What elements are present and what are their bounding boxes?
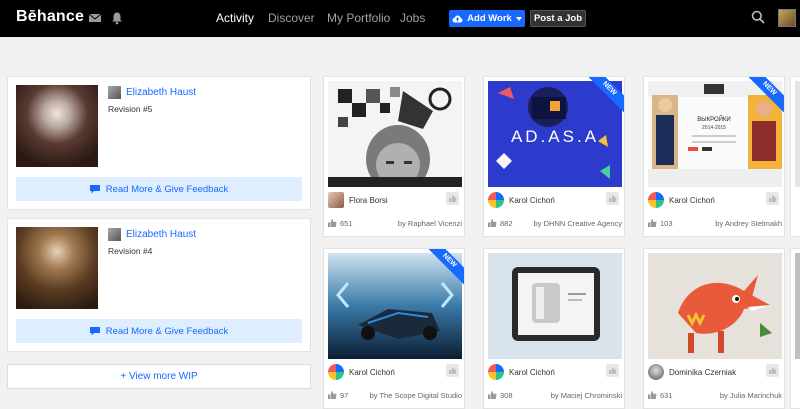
project-owner[interactable]: Karol Cichoń [648, 189, 782, 211]
brand-wordmark-text: AD.AS.A [511, 127, 599, 146]
post-a-job-button[interactable]: Post a Job [530, 10, 586, 27]
appreciate-icon[interactable] [766, 192, 779, 205]
project-author[interactable]: by Andrey Stelmakh [715, 219, 782, 228]
project-stats: 308 by Maciej Chrominski [488, 389, 622, 403]
project-stats: 103 by Andrey Stelmakh [648, 217, 782, 231]
owner-avatar [488, 192, 504, 208]
thumbs-up-icon [648, 391, 657, 399]
wip-author-link[interactable]: Elizabeth Haust [126, 229, 196, 240]
bell-icon[interactable] [110, 11, 124, 25]
mail-icon[interactable] [88, 11, 102, 25]
project-cover[interactable] [795, 81, 800, 187]
like-count: 631 [660, 391, 673, 400]
wip-revision-label: Revision #5 [108, 104, 153, 114]
wip-author-link[interactable]: Elizabeth Haust [126, 87, 196, 98]
give-feedback-button[interactable]: Read More & Give Feedback [16, 177, 302, 201]
store-subheading-text: 2014-2015 [702, 125, 726, 131]
owner-name[interactable]: Karol Cichoń [669, 196, 715, 205]
project-stats: 97 by The Scope Digital Studio [328, 389, 462, 403]
owner-name[interactable]: Flora Borsi [349, 196, 388, 205]
thumbs-up-icon [328, 219, 337, 227]
project-tile[interactable]: Karol Cichoń 308 by Maciej Chrominski [483, 248, 625, 409]
owner-avatar [328, 364, 344, 380]
nav-activity[interactable]: Activity [216, 11, 254, 25]
owner-name[interactable]: Karol Cichoń [349, 368, 395, 377]
give-feedback-button[interactable]: Read More & Give Feedback [16, 319, 302, 343]
comment-icon [89, 326, 100, 335]
feedback-label: Read More & Give Feedback [105, 183, 229, 195]
comment-icon [89, 184, 100, 193]
appreciate-icon[interactable] [766, 364, 779, 377]
like-count: 882 [500, 219, 513, 228]
nav-discover[interactable]: Discover [268, 11, 315, 25]
thumbs-up-icon [648, 219, 657, 227]
appreciate-icon[interactable] [606, 192, 619, 205]
owner-avatar [488, 364, 504, 380]
project-owner[interactable]: Karol Cichoń [328, 361, 462, 383]
project-stats: 631 by Julia Marinchuk [648, 389, 782, 403]
project-tile[interactable] [790, 248, 800, 409]
wip-revision-label: Revision #4 [108, 246, 153, 256]
project-tile[interactable]: AD.AS.A NEW Karol Cichoń 882 by DHNN Cre… [483, 76, 625, 237]
top-navigation-bar: Bēhance Activity Discover My Portfolio J… [0, 0, 800, 37]
add-work-label: Add Work [467, 13, 512, 24]
thumbs-up-icon [488, 219, 497, 227]
cloud-upload-icon [452, 15, 463, 22]
project-owner[interactable]: Karol Cichoń [488, 189, 622, 211]
like-count: 651 [340, 219, 353, 228]
appreciate-icon[interactable] [446, 192, 459, 205]
chevron-down-icon [515, 16, 522, 21]
wip-thumbnail[interactable] [16, 85, 98, 167]
project-tile[interactable]: Dominika Czerniak 631 by Julia Marinchuk [643, 248, 785, 409]
owner-name[interactable]: Karol Cichoń [509, 368, 555, 377]
owner-avatar [648, 192, 664, 208]
nav-jobs[interactable]: Jobs [400, 11, 425, 25]
project-owner[interactable]: Karol Cichoń [488, 361, 622, 383]
add-work-button[interactable]: Add Work [449, 10, 525, 27]
wip-card: Elizabeth Haust Revision #4 Read More & … [7, 218, 311, 352]
like-count: 308 [500, 391, 513, 400]
behance-logo[interactable]: Bēhance [16, 8, 84, 26]
project-author[interactable]: by The Scope Digital Studio [370, 391, 462, 400]
appreciate-icon[interactable] [606, 364, 619, 377]
wip-card: Elizabeth Haust Revision #5 Read More & … [7, 76, 311, 210]
project-stats: 651 by Raphael Vicenzi [328, 217, 462, 231]
wip-thumbnail[interactable] [16, 227, 98, 309]
like-count: 97 [340, 391, 349, 400]
search-icon[interactable] [751, 10, 765, 24]
project-author[interactable]: by Raphael Vicenzi [398, 219, 462, 228]
owner-avatar [328, 192, 344, 208]
project-tile[interactable] [790, 76, 800, 237]
project-cover[interactable] [488, 253, 622, 359]
project-owner[interactable]: Flora Borsi [328, 189, 462, 211]
owner-avatar [648, 364, 664, 380]
owner-name[interactable]: Dominika Czerniak [669, 368, 736, 377]
project-tile[interactable]: Flora Borsi 651 by Raphael Vicenzi [323, 76, 465, 237]
appreciate-icon[interactable] [446, 364, 459, 377]
project-cover[interactable] [795, 253, 800, 359]
author-avatar[interactable] [108, 228, 121, 241]
author-avatar[interactable] [108, 86, 121, 99]
view-more-wip-button[interactable]: + View more WIP [7, 364, 311, 389]
store-heading-text: ВЫКРОЙКИ [697, 115, 730, 123]
project-author[interactable]: by Julia Marinchuk [720, 391, 782, 400]
nav-my-portfolio[interactable]: My Portfolio [327, 11, 390, 25]
project-author[interactable]: by DHNN Creative Agency [534, 219, 622, 228]
project-cover[interactable] [648, 253, 782, 359]
thumbs-up-icon [328, 391, 337, 399]
owner-name[interactable]: Karol Cichoń [509, 196, 555, 205]
project-cover[interactable]: ВЫКРОЙКИ 2014-2015 [648, 81, 782, 187]
project-cover[interactable]: AD.AS.A [488, 81, 622, 187]
project-cover[interactable] [328, 253, 462, 359]
project-tile[interactable]: ВЫКРОЙКИ 2014-2015 NEW Karol Cichoń 103 … [643, 76, 785, 237]
project-owner[interactable]: Dominika Czerniak [648, 361, 782, 383]
user-avatar[interactable] [778, 9, 796, 27]
project-stats: 882 by DHNN Creative Agency [488, 217, 622, 231]
project-cover[interactable] [328, 81, 462, 187]
feedback-label: Read More & Give Feedback [105, 325, 229, 337]
project-tile[interactable]: NEW Karol Cichoń 97 by The Scope Digital… [323, 248, 465, 409]
thumbs-up-icon [488, 391, 497, 399]
like-count: 103 [660, 219, 673, 228]
project-author[interactable]: by Maciej Chrominski [551, 391, 622, 400]
